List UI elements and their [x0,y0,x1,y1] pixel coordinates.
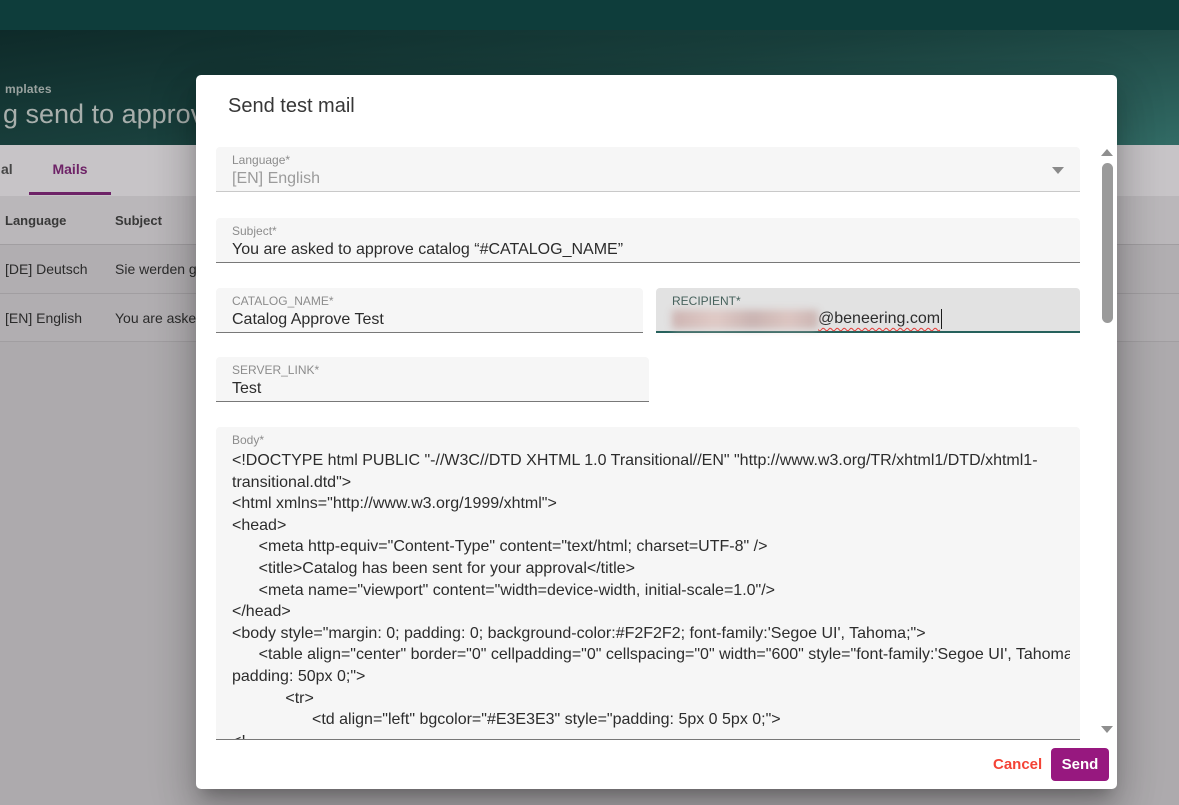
chevron-down-icon[interactable] [1052,167,1064,174]
language-value: [EN] English [232,170,320,188]
subject-label: Subject* [232,224,277,238]
active-tab-underline [29,192,111,195]
language-select[interactable]: Language* [EN] English [216,147,1080,192]
subject-value: You are asked to approve catalog “#CATAL… [232,241,623,259]
body-value[interactable]: <!DOCTYPE html PUBLIC "-//W3C//DTD XHTML… [232,450,1070,739]
text-cursor [941,309,942,329]
scrollbar-thumb[interactable] [1102,163,1113,323]
catalog-name-value: Catalog Approve Test [232,311,384,329]
app-top-bar [0,0,1179,30]
server-link-field[interactable]: SERVER_LINK* Test [216,357,649,402]
row-subject: You are asked [115,294,204,342]
breadcrumb: mplates [5,82,52,96]
row-language: [EN] English [5,294,82,342]
scrollbar-down-icon[interactable] [1101,726,1113,733]
language-label: Language* [232,153,290,167]
screen: mplates g send to approval r al Mails La… [0,0,1179,805]
send-test-mail-dialog: Send test mail Language* [EN] English Su… [196,75,1117,789]
recipient-email-domain: @beneering.com [818,310,940,328]
subject-field[interactable]: Subject* You are asked to approve catalo… [216,218,1080,263]
column-header-subject: Subject [115,196,162,244]
recipient-value: @beneering.com [672,309,942,329]
dialog-actions: Cancel Send [196,740,1117,789]
row-subject: Sie werden ge [115,245,205,293]
scrollbar-up-icon[interactable] [1101,149,1113,156]
recipient-label: RECIPIENT* [672,294,741,308]
catalog-name-label: CATALOG_NAME* [232,294,334,308]
row-language: [DE] Deutsch [5,245,87,293]
redacted-email-name [672,310,818,329]
tab-mails[interactable]: Mails [29,145,111,193]
catalog-name-field[interactable]: CATALOG_NAME* Catalog Approve Test [216,288,643,333]
recipient-field[interactable]: RECIPIENT* @beneering.com [656,288,1080,333]
server-link-label: SERVER_LINK* [232,363,319,377]
cancel-button[interactable]: Cancel [977,748,1058,781]
column-header-language: Language [5,196,66,244]
body-field[interactable]: Body* <!DOCTYPE html PUBLIC "-//W3C//DTD… [216,427,1080,740]
send-button[interactable]: Send [1051,748,1109,781]
tab-general-partial[interactable]: al [1,145,13,193]
dialog-title: Send test mail [228,95,355,118]
body-label: Body* [232,433,264,447]
server-link-value: Test [232,380,261,398]
